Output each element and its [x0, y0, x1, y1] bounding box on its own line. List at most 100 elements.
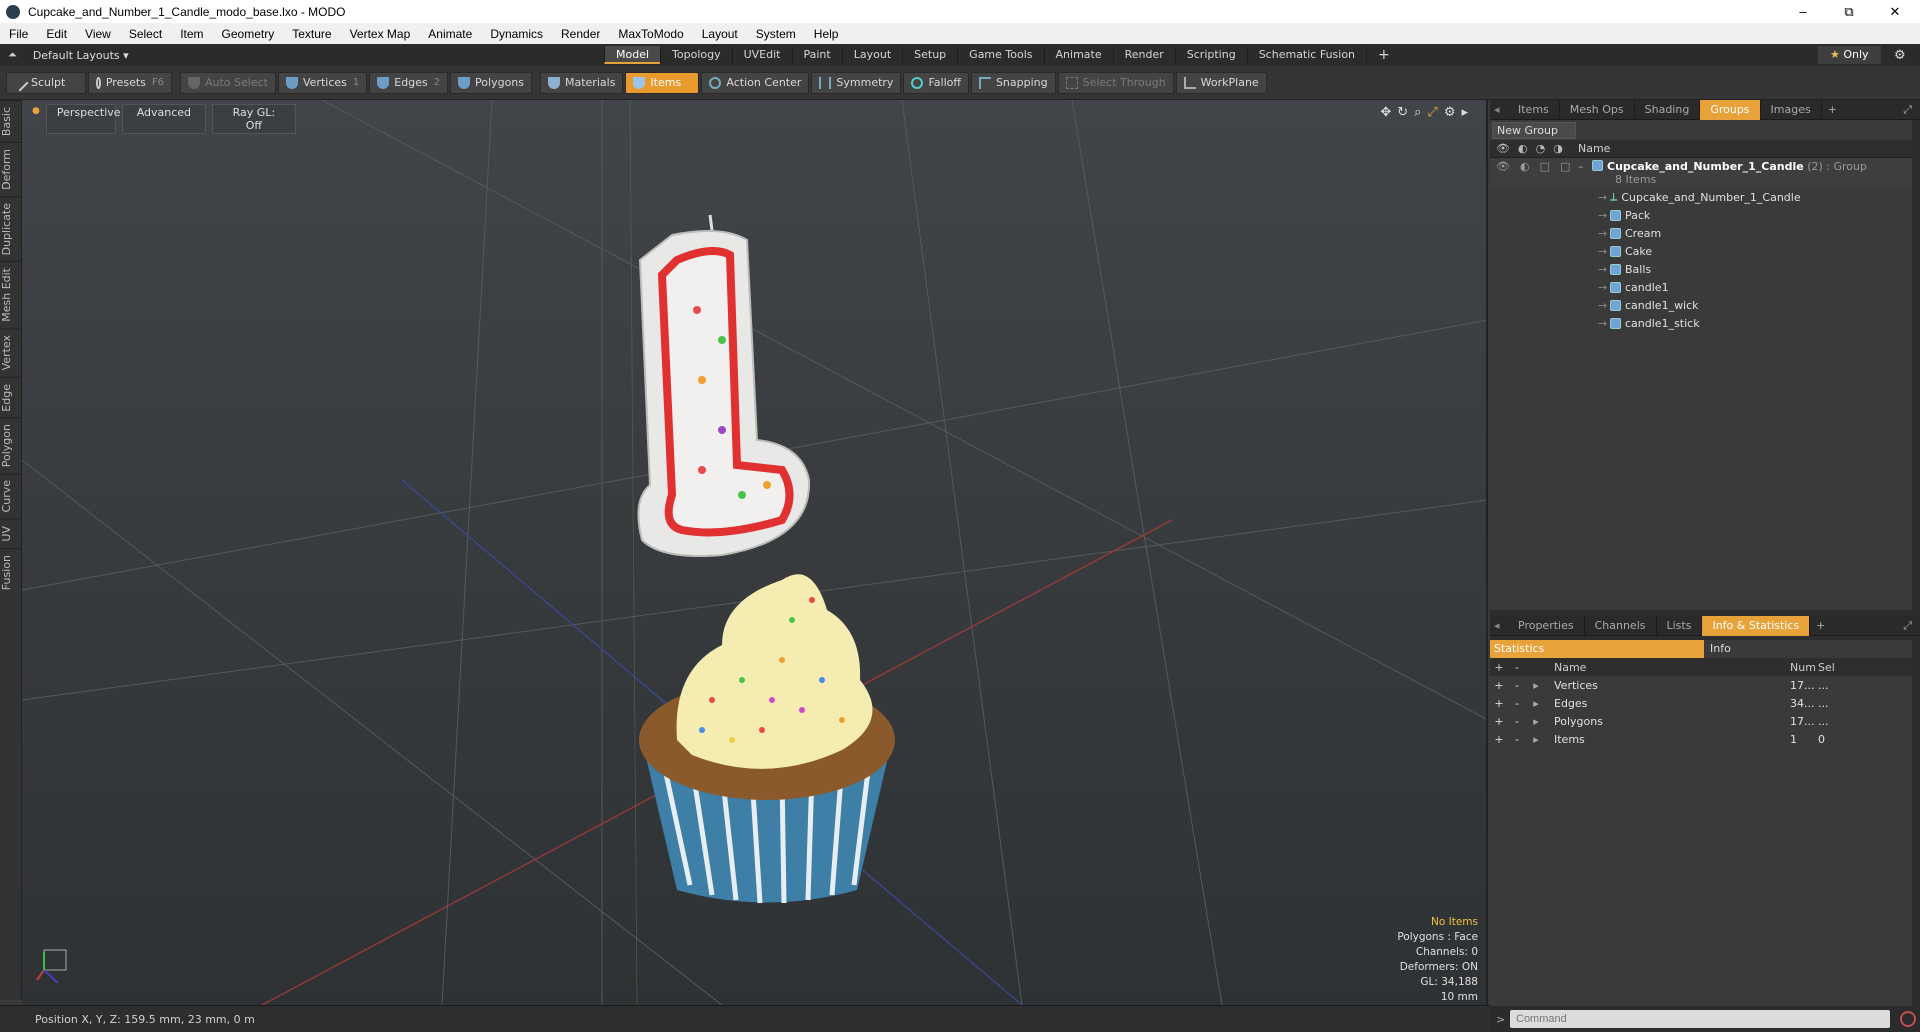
tab-curve[interactable]: Curve: [0, 473, 22, 519]
tab-items[interactable]: Items: [1508, 99, 1560, 120]
menu-file[interactable]: File: [0, 27, 37, 41]
tab-topology[interactable]: Topology: [660, 46, 732, 64]
default-layouts-dropdown[interactable]: Default Layouts ▾: [33, 49, 129, 62]
zoom-icon[interactable]: ⌕: [1414, 105, 1421, 120]
layout-toggle-icon[interactable]: ⏶: [8, 48, 17, 62]
tab-game-tools[interactable]: Game Tools: [957, 46, 1043, 64]
menu-view[interactable]: View: [76, 27, 120, 41]
tab-layout[interactable]: Layout: [841, 46, 902, 64]
maximize-button[interactable]: ⧉: [1826, 0, 1872, 23]
tab-uv[interactable]: UV: [0, 518, 22, 548]
tab-vertex[interactable]: Vertex: [0, 328, 22, 377]
menu-vertex-map[interactable]: Vertex Map: [341, 27, 420, 41]
auto-select-button[interactable]: Auto Select: [180, 71, 276, 94]
only-toggle[interactable]: ★ Only: [1818, 46, 1881, 64]
menu-animate[interactable]: Animate: [419, 27, 481, 41]
tab-images[interactable]: Images: [1761, 99, 1822, 120]
group-lock-icon[interactable]: □: [1540, 160, 1550, 173]
menu-system[interactable]: System: [747, 27, 805, 41]
tree-item[interactable]: → Pack: [1490, 206, 1912, 224]
tree-item[interactable]: → Balls: [1490, 260, 1912, 278]
tree-item[interactable]: → candle1_wick: [1490, 296, 1912, 314]
tab-animate[interactable]: Animate: [1043, 46, 1113, 64]
panel-menu-icon[interactable]: ◂: [1490, 103, 1508, 116]
add-panel-tab-icon[interactable]: +: [1822, 103, 1837, 116]
remove-icon[interactable]: -: [1508, 679, 1526, 692]
menu-item[interactable]: Item: [171, 27, 212, 41]
tree-item[interactable]: → Cream: [1490, 224, 1912, 242]
gear-icon[interactable]: ⚙: [1894, 48, 1906, 63]
close-button[interactable]: ✕: [1872, 0, 1918, 23]
tab-info-statistics[interactable]: Info & Statistics: [1702, 615, 1811, 636]
command-record-icon[interactable]: [1900, 1011, 1916, 1027]
tree-item[interactable]: → candle1_stick: [1490, 314, 1912, 332]
viewport-menu-icon[interactable]: ●: [32, 104, 40, 134]
tab-scripting[interactable]: Scripting: [1174, 46, 1247, 64]
fit-view-icon[interactable]: ⤢: [1427, 105, 1437, 120]
menu-edit[interactable]: Edit: [37, 27, 76, 41]
stats-row-edges[interactable]: + - ▸ Edges 34... ...: [1490, 694, 1912, 712]
command-input[interactable]: [1510, 1010, 1890, 1028]
add-icon[interactable]: +: [1490, 733, 1508, 746]
menu-help[interactable]: Help: [805, 27, 848, 41]
tab-uvedit[interactable]: UVEdit: [731, 46, 792, 64]
add-icon[interactable]: +: [1490, 715, 1508, 728]
tab-properties[interactable]: Properties: [1508, 615, 1585, 636]
add-bottom-tab-icon[interactable]: +: [1810, 619, 1825, 632]
bottom-panel-menu-icon[interactable]: ◂: [1490, 619, 1508, 632]
falloff-button[interactable]: Falloff: [903, 71, 969, 94]
tab-duplicate[interactable]: Duplicate: [0, 196, 22, 262]
tree-item[interactable]: → candle1: [1490, 278, 1912, 296]
polygons-button[interactable]: Polygons: [450, 71, 532, 94]
group-row[interactable]: 👁 ◐ □ □ – Cupcake_and_Number_1_Candle (2…: [1490, 158, 1912, 188]
tab-mesh-ops[interactable]: Mesh Ops: [1560, 99, 1635, 120]
expand-all-icon[interactable]: +: [1490, 661, 1508, 674]
tab-polygon[interactable]: Polygon: [0, 417, 22, 474]
move-view-icon[interactable]: ✥: [1380, 105, 1391, 120]
panel-expand-icon[interactable]: ⤢: [1903, 103, 1920, 117]
stats-row-items[interactable]: + - ▸ Items 1 0: [1490, 730, 1912, 748]
tab-setup[interactable]: Setup: [902, 46, 957, 64]
items-button[interactable]: Items: [625, 71, 700, 94]
tab-deform[interactable]: Deform: [0, 142, 22, 197]
menu-select[interactable]: Select: [120, 27, 171, 41]
snapping-button[interactable]: Snapping: [970, 71, 1056, 94]
remove-icon[interactable]: -: [1508, 733, 1526, 746]
tab-edge[interactable]: Edge: [0, 376, 22, 418]
group-row-toggles[interactable]: 👁 ◐ □ □: [1490, 160, 1578, 173]
expand-arrow-icon[interactable]: ▸: [1526, 697, 1546, 710]
tab-groups[interactable]: Groups: [1700, 99, 1761, 120]
action-center-button[interactable]: Action Center: [701, 71, 810, 94]
advanced-button[interactable]: Advanced: [121, 104, 206, 134]
menu-texture[interactable]: Texture: [283, 27, 340, 41]
stats-row-polygons[interactable]: + - ▸ Polygons 17... ...: [1490, 712, 1912, 730]
tab-lists[interactable]: Lists: [1657, 615, 1703, 636]
stats-row-vertices[interactable]: + - ▸ Vertices 17... ...: [1490, 676, 1912, 694]
expand-arrow-icon[interactable]: ▸: [1526, 679, 1546, 692]
symmetry-button[interactable]: Symmetry: [811, 71, 902, 94]
tree-item[interactable]: → ⟂ Cupcake_and_Number_1_Candle: [1490, 188, 1912, 206]
group-render-icon[interactable]: ◐: [1520, 160, 1530, 173]
menu-layout[interactable]: Layout: [693, 27, 747, 41]
tab-fusion[interactable]: Fusion: [0, 547, 22, 596]
new-group-button[interactable]: New Group: [1492, 122, 1576, 139]
info-tab[interactable]: Info: [1704, 640, 1912, 658]
tab-render[interactable]: Render: [1112, 46, 1175, 64]
materials-button[interactable]: Materials: [540, 71, 624, 94]
workplane-button[interactable]: WorkPlane: [1175, 71, 1267, 94]
tab-paint[interactable]: Paint: [791, 46, 842, 64]
collapse-all-icon[interactable]: -: [1508, 661, 1526, 674]
3d-viewport[interactable]: ● Perspective Advanced Ray GL: Off ✥ ↻ ⌕…: [22, 100, 1488, 1005]
tab-channels[interactable]: Channels: [1585, 615, 1657, 636]
add-tab-icon[interactable]: +: [1366, 46, 1401, 64]
add-icon[interactable]: +: [1490, 679, 1508, 692]
tree-item[interactable]: → Cake: [1490, 242, 1912, 260]
raygl-button[interactable]: Ray GL: Off: [211, 104, 296, 134]
group-collapse-icon[interactable]: –: [1578, 160, 1592, 173]
statistics-tab[interactable]: Statistics: [1490, 640, 1704, 658]
tab-mesh-edit[interactable]: Mesh Edit: [0, 261, 22, 329]
select-through-button[interactable]: Select Through: [1057, 71, 1174, 94]
view-settings-icon[interactable]: ⚙: [1444, 105, 1456, 120]
edges-button[interactable]: Edges 2: [369, 71, 449, 94]
add-icon[interactable]: +: [1490, 697, 1508, 710]
